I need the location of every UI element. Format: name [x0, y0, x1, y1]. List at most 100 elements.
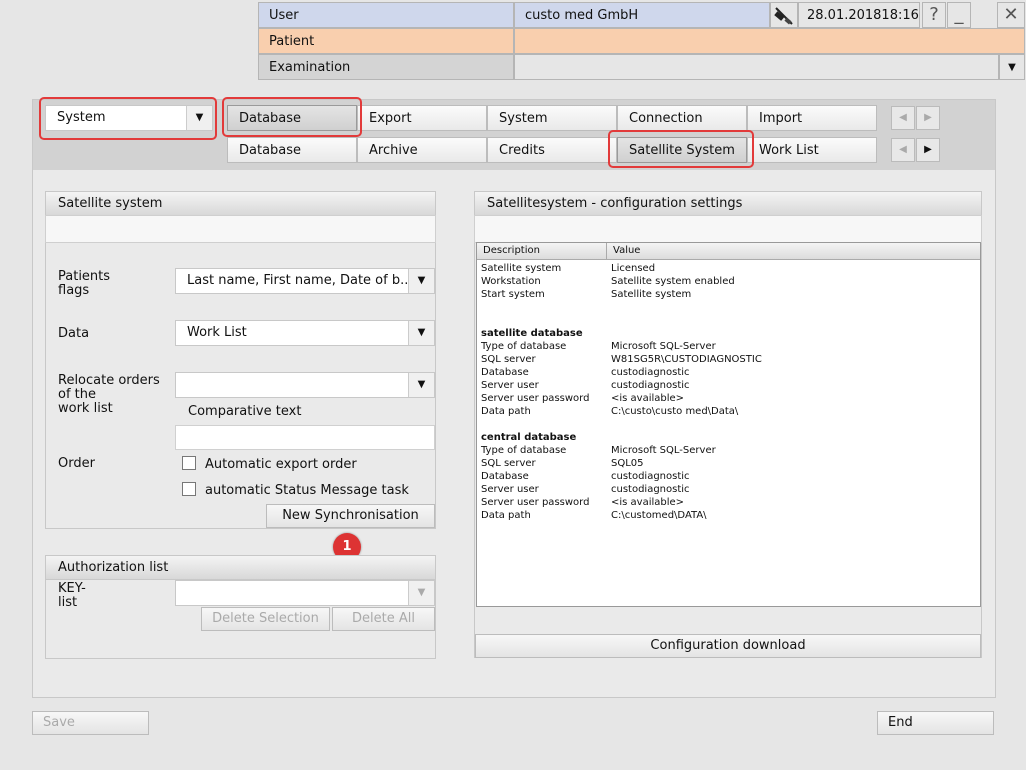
cell-description: Database	[481, 471, 529, 482]
auto-export-label: Automatic export order	[205, 457, 357, 472]
order-label: Order	[58, 456, 95, 471]
table-row[interactable]: Type of database Microsoft SQL-Server	[477, 444, 980, 457]
auto-status-checkbox[interactable]	[182, 482, 196, 496]
table-row[interactable]: Server user custodiagnostic	[477, 379, 980, 392]
configuration-table[interactable]: Description Value Satellite system Licens…	[476, 242, 981, 607]
comparative-text-input[interactable]	[175, 425, 435, 450]
satellite-system-strip	[45, 215, 436, 243]
tab-system[interactable]: System	[487, 105, 617, 131]
patients-flags-label: Patients flags	[58, 269, 111, 298]
cell-value: Licensed	[611, 263, 656, 274]
delete-all-button[interactable]: Delete All	[332, 607, 435, 631]
table-row[interactable]: SQL server SQL05	[477, 457, 980, 470]
table-row[interactable]: Satellite system Licensed	[477, 262, 980, 275]
cell-description: Satellite system	[481, 263, 562, 274]
col-description[interactable]: Description	[477, 243, 607, 259]
table-row[interactable]: central database	[477, 431, 980, 444]
table-row[interactable]: Data path C:\customed\DATA\	[477, 509, 980, 522]
cell-value: C:\custo\custo med\Data\	[611, 406, 739, 417]
relocate-orders-label: Relocate orders of the work list	[58, 373, 160, 416]
cell-value: Satellite system	[611, 289, 692, 300]
table-row[interactable]: Data path C:\custo\custo med\Data\	[477, 405, 980, 418]
data-label: Data	[58, 326, 90, 341]
table-row[interactable]	[477, 418, 980, 431]
patient-label: Patient	[258, 28, 514, 54]
key-list-label: KEY- list	[58, 581, 86, 610]
minimize-icon[interactable]: _	[947, 2, 971, 28]
row2-prev-icon[interactable]: ◀	[891, 138, 915, 162]
cell-description: Start system	[481, 289, 545, 300]
patients-flags-combo[interactable]: Last name, First name, Date of b... ▼	[175, 268, 435, 294]
table-row[interactable]: SQL server W81SG5R\CUSTODIAGNOSTIC	[477, 353, 980, 366]
satellite-system-title: Satellite system	[46, 192, 435, 216]
cell-description: Data path	[481, 406, 531, 417]
cell-description: Server user password	[481, 393, 590, 404]
tab-export[interactable]: Export	[357, 105, 487, 131]
datetime-display: 28.01.201818:16	[798, 2, 920, 28]
data-value: Work List	[187, 325, 247, 340]
cell-description: SQL server	[481, 354, 536, 365]
data-combo[interactable]: Work List ▼	[175, 320, 435, 346]
cell-description: Server user password	[481, 497, 590, 508]
highlight-box-satellite-tab	[608, 130, 754, 168]
help-icon[interactable]: ?	[922, 2, 946, 28]
auto-status-label: automatic Status Message task	[205, 483, 409, 498]
table-row[interactable]: Database custodiagnostic	[477, 366, 980, 379]
chevron-down-icon[interactable]: ▼	[408, 581, 434, 605]
cell-description: Server user	[481, 380, 539, 391]
tab-archive[interactable]: Archive	[357, 137, 487, 163]
table-row[interactable]: Server user password <is available>	[477, 496, 980, 509]
cell-description: Type of database	[481, 341, 567, 352]
tab-connection[interactable]: Connection	[617, 105, 747, 131]
tab-database-sub[interactable]: Database	[227, 137, 357, 163]
end-button[interactable]: End	[877, 711, 994, 735]
cell-description: SQL server	[481, 458, 536, 469]
table-row[interactable]: satellite database	[477, 327, 980, 340]
cell-value: custodiagnostic	[611, 484, 690, 495]
cell-description: Database	[481, 367, 529, 378]
row1-prev-icon[interactable]: ◀	[891, 106, 915, 130]
examination-label: Examination	[258, 54, 514, 80]
table-header: Description Value	[477, 243, 980, 260]
table-row[interactable]: Database custodiagnostic	[477, 470, 980, 483]
col-value[interactable]: Value	[607, 243, 640, 259]
cell-value: <is available>	[611, 497, 685, 508]
table-row[interactable]: Type of database Microsoft SQL-Server	[477, 340, 980, 353]
auto-export-checkbox[interactable]	[182, 456, 196, 470]
configuration-download-button[interactable]: Configuration download	[475, 634, 981, 658]
key-list-combo[interactable]: ▼	[175, 580, 435, 606]
highlight-box-database-tab	[222, 97, 362, 137]
examination-dropdown-icon[interactable]: ▼	[999, 54, 1025, 80]
table-row[interactable]: Server user custodiagnostic	[477, 483, 980, 496]
delete-selection-button[interactable]: Delete Selection	[201, 607, 330, 631]
row2-next-icon[interactable]: ▶	[916, 138, 940, 162]
examination-value[interactable]	[514, 54, 999, 80]
cell-value: Satellite system enabled	[611, 276, 735, 287]
cell-description: Type of database	[481, 445, 567, 456]
cell-value: C:\customed\DATA\	[611, 510, 707, 521]
table-row[interactable]: Server user password <is available>	[477, 392, 980, 405]
patient-value[interactable]	[514, 28, 1025, 54]
chevron-down-icon[interactable]: ▼	[408, 269, 434, 293]
tab-work-list[interactable]: Work List	[747, 137, 877, 163]
table-row[interactable]	[477, 301, 980, 314]
table-row[interactable]	[477, 314, 980, 327]
cell-description: central database	[481, 432, 577, 443]
cell-value: Microsoft SQL-Server	[611, 341, 716, 352]
tab-import[interactable]: Import	[747, 105, 877, 131]
table-row[interactable]: Workstation Satellite system enabled	[477, 275, 980, 288]
save-button[interactable]: Save	[32, 711, 149, 735]
patients-flags-value: Last name, First name, Date of b...	[187, 273, 413, 288]
cell-description: Workstation	[481, 276, 541, 287]
row1-next-icon[interactable]: ▶	[916, 106, 940, 130]
close-icon[interactable]: ✕	[997, 2, 1025, 28]
table-row[interactable]: Start system Satellite system	[477, 288, 980, 301]
connection-icon[interactable]	[770, 2, 798, 28]
tab-credits[interactable]: Credits	[487, 137, 617, 163]
chevron-down-icon[interactable]: ▼	[408, 321, 434, 345]
chevron-down-icon[interactable]: ▼	[408, 373, 434, 397]
comparative-text-label: Comparative text	[188, 404, 302, 419]
new-synchronisation-button[interactable]: New Synchronisation	[266, 504, 435, 528]
cell-value: custodiagnostic	[611, 380, 690, 391]
relocate-orders-combo[interactable]: ▼	[175, 372, 435, 398]
